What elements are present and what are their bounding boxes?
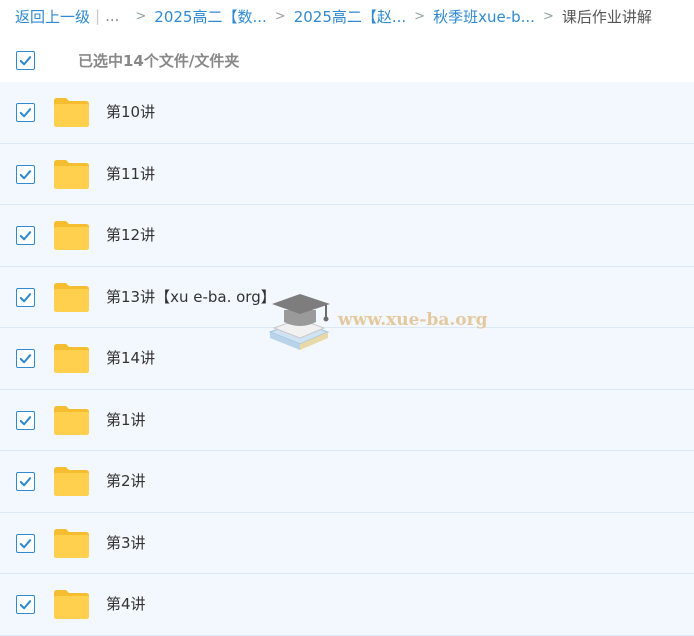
- file-row[interactable]: 第1讲: [0, 389, 694, 452]
- checkmark-icon: [19, 169, 32, 179]
- checkmark-icon: [19, 354, 32, 364]
- chevron-right-icon: >: [135, 8, 147, 24]
- back-link[interactable]: 返回上一级: [15, 6, 90, 27]
- checkmark-icon: [19, 292, 32, 302]
- folder-icon: [54, 344, 89, 373]
- row-checkbox[interactable]: [16, 410, 35, 430]
- file-name[interactable]: 第13讲【xu e-ba. org】: [106, 267, 276, 329]
- row-checkbox[interactable]: [16, 533, 35, 553]
- folder-icon: [54, 467, 89, 496]
- file-row[interactable]: 第13讲【xu e-ba. org】: [0, 266, 694, 329]
- file-name[interactable]: 第12讲: [106, 205, 155, 267]
- select-all-checkbox[interactable]: [16, 50, 35, 70]
- file-name[interactable]: 第3讲: [106, 513, 146, 575]
- folder-icon: [54, 405, 89, 435]
- file-list: 第10讲 第11讲 第12讲 第13讲【xu e-ba. org】 第14讲 第1讲 第2讲…: [0, 82, 694, 636]
- checkmark-icon: [19, 477, 32, 487]
- breadcrumb-ellipsis[interactable]: ...: [105, 7, 119, 25]
- breadcrumb-item[interactable]: 秋季班xue-b...: [433, 6, 535, 27]
- row-checkbox[interactable]: [16, 103, 35, 122]
- file-row[interactable]: 第10讲: [0, 82, 694, 144]
- checkmark-icon: [19, 231, 32, 241]
- row-checkbox[interactable]: [16, 164, 35, 184]
- checkmark-icon: [19, 538, 32, 548]
- folder-icon: [54, 98, 89, 127]
- file-name[interactable]: 第2讲: [106, 451, 146, 513]
- checkmark-icon: [19, 415, 32, 425]
- selection-count-label: 已选中14个文件/文件夹: [78, 51, 240, 70]
- checkmark-icon: [19, 55, 32, 65]
- file-row[interactable]: 第14讲: [0, 328, 694, 390]
- file-name[interactable]: 第4讲: [106, 574, 146, 636]
- row-checkbox[interactable]: [16, 349, 35, 368]
- checkmark-icon: [19, 600, 32, 610]
- breadcrumb: 返回上一级 | ... > 2025高二【数... > 2025高二【赵... …: [0, 0, 694, 32]
- file-row[interactable]: 第12讲: [0, 205, 694, 267]
- row-checkbox[interactable]: [16, 226, 35, 245]
- file-row[interactable]: 第4讲: [0, 574, 694, 636]
- file-name[interactable]: 第1讲: [106, 390, 146, 452]
- file-row[interactable]: 第3讲: [0, 512, 694, 575]
- file-row[interactable]: 第11讲: [0, 143, 694, 206]
- file-name[interactable]: 第10讲: [106, 82, 155, 144]
- folder-icon: [54, 159, 89, 189]
- breadcrumb-current: 课后作业讲解: [561, 7, 652, 26]
- breadcrumb-item[interactable]: 2025高二【赵...: [294, 6, 406, 27]
- breadcrumb-item[interactable]: 2025高二【数...: [154, 6, 266, 27]
- row-checkbox[interactable]: [16, 472, 35, 491]
- file-name[interactable]: 第11讲: [106, 144, 155, 206]
- selection-bar: 已选中14个文件/文件夹: [0, 40, 694, 80]
- folder-icon: [54, 221, 89, 250]
- chevron-right-icon: >: [542, 8, 554, 24]
- checkmark-icon: [19, 108, 32, 118]
- row-checkbox[interactable]: [16, 595, 35, 614]
- folder-icon: [54, 282, 89, 312]
- file-name[interactable]: 第14讲: [106, 328, 155, 390]
- chevron-right-icon: >: [274, 8, 286, 24]
- breadcrumb-divider: |: [95, 7, 101, 25]
- folder-icon: [54, 528, 89, 558]
- row-checkbox[interactable]: [16, 287, 35, 307]
- chevron-right-icon: >: [414, 8, 426, 24]
- folder-icon: [54, 590, 89, 619]
- file-row[interactable]: 第2讲: [0, 451, 694, 513]
